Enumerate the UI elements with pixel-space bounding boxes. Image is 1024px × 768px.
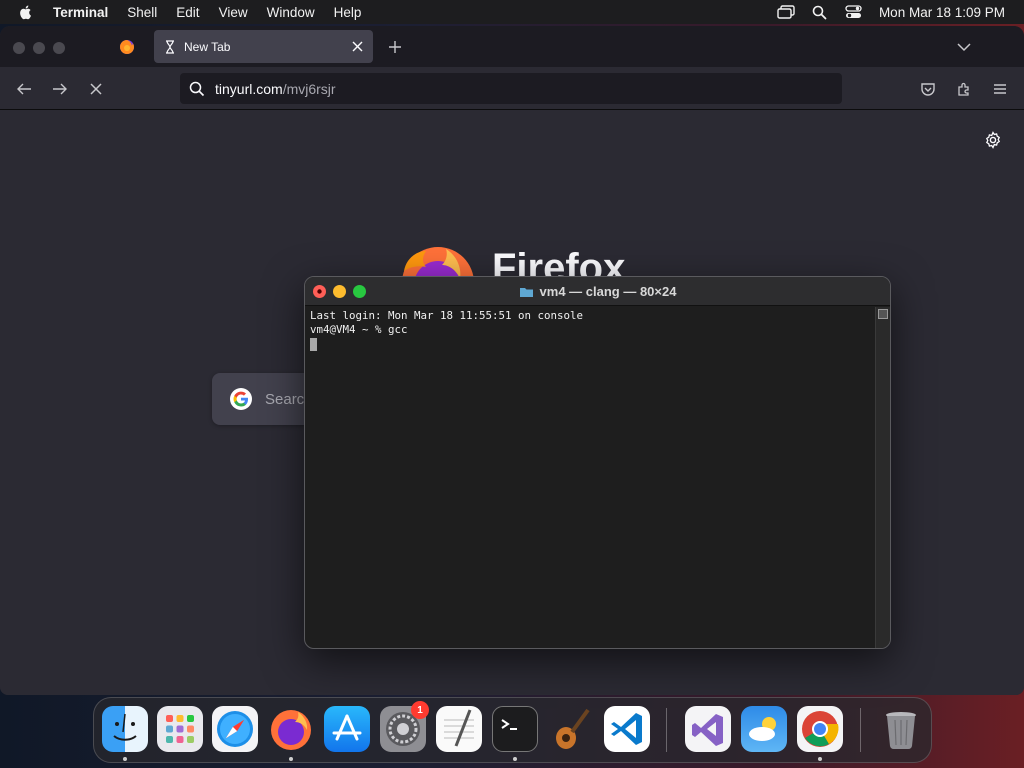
navigation-toolbar: tinyurl.com/mvj6rsjr [0, 67, 1024, 110]
minimize-window-button[interactable] [33, 42, 45, 54]
garageband-icon[interactable] [548, 706, 594, 752]
weather-icon[interactable] [741, 706, 787, 752]
arrow-right-icon [53, 83, 67, 95]
chrome-icon[interactable] [797, 706, 843, 752]
search-icon [189, 81, 205, 96]
zoom-window-button[interactable] [53, 42, 65, 54]
finder-running-indicator [123, 757, 127, 761]
terminal-running-indicator [513, 757, 517, 761]
vscode-icon[interactable] [604, 706, 650, 752]
notification-badge: 1 [411, 701, 429, 719]
firefox-icon [120, 40, 134, 54]
menubar-clock[interactable]: Mon Mar 18 1:09 PM [879, 5, 1005, 20]
textedit-icon[interactable] [436, 706, 482, 752]
terminal-window[interactable]: vm4 — clang — 80×24 Last login: Mon Mar … [304, 276, 891, 649]
forward-button[interactable] [50, 79, 70, 99]
tab-title: New Tab [184, 39, 231, 54]
screen-mirroring-icon[interactable] [777, 4, 795, 20]
new-tab-plus-icon[interactable] [386, 38, 404, 56]
terminal-cursor-line [310, 337, 875, 351]
menu-view[interactable]: View [219, 5, 248, 20]
tab-bar: New Tab [0, 26, 1024, 67]
terminal-split-pane-button[interactable] [878, 309, 888, 319]
menu-shell[interactable]: Shell [127, 5, 157, 20]
firefox-running-indicator [289, 757, 293, 761]
chrome-running-indicator [818, 757, 822, 761]
dock: 1 [93, 697, 932, 763]
menubar: Terminal Shell Edit View Window Help Mon… [0, 0, 1024, 24]
folder-icon [519, 287, 533, 297]
url-path: /mvj6rsjr [282, 80, 336, 97]
safari-icon[interactable] [212, 706, 258, 752]
menu-window[interactable]: Window [267, 5, 315, 20]
terminal-line: Last login: Mon Mar 18 11:55:51 on conso… [310, 309, 584, 322]
tab-new-tab[interactable]: New Tab [154, 30, 373, 63]
terminal-line: vm4@VM4 ~ % gcc [310, 323, 408, 336]
dock-separator [860, 708, 861, 752]
app-menu-button[interactable] [990, 79, 1010, 99]
url-host: tinyurl.com [215, 80, 283, 97]
stop-loading-button[interactable] [86, 79, 106, 99]
google-icon [230, 388, 252, 410]
firefox-icon[interactable] [268, 706, 314, 752]
chevron-down-icon[interactable] [955, 38, 973, 56]
terminal-titlebar[interactable]: vm4 — clang — 80×24 [305, 277, 890, 306]
control-center-icon[interactable] [845, 4, 863, 20]
terminal-title: vm4 — clang — 80×24 [305, 277, 890, 306]
extensions-button[interactable] [954, 79, 974, 99]
spotlight-search-icon[interactable] [811, 4, 829, 20]
menu-help[interactable]: Help [334, 5, 362, 20]
arrow-left-icon [17, 83, 31, 95]
finder-icon[interactable] [102, 706, 148, 752]
terminal-icon[interactable] [492, 706, 538, 752]
url-bar[interactable]: tinyurl.com/mvj6rsjr [180, 73, 842, 104]
loading-hourglass-icon [166, 39, 174, 54]
close-window-button[interactable] [13, 42, 25, 54]
terminal-output[interactable]: Last login: Mon Mar 18 11:55:51 on conso… [305, 307, 875, 648]
terminal-scrollbar[interactable] [875, 307, 890, 648]
apple-menu-icon[interactable] [18, 4, 34, 20]
pinned-tab-firefox[interactable] [110, 32, 144, 62]
gear-icon[interactable] [984, 131, 1002, 149]
back-button[interactable] [14, 79, 34, 99]
hamburger-menu-icon [994, 84, 1006, 94]
terminal-cursor [310, 337, 317, 351]
visual-studio-icon[interactable] [685, 706, 731, 752]
app-store-icon[interactable] [324, 706, 370, 752]
close-tab-icon[interactable] [351, 40, 364, 53]
launchpad-icon[interactable] [157, 706, 203, 752]
menu-app-name[interactable]: Terminal [53, 5, 108, 20]
stop-x-icon [90, 83, 102, 95]
dock-separator [666, 708, 667, 752]
pocket-button[interactable] [918, 79, 938, 99]
puzzle-piece-icon [958, 82, 969, 96]
menu-edit[interactable]: Edit [176, 5, 199, 20]
terminal-title-text: vm4 — clang — 80×24 [539, 284, 677, 299]
pocket-icon [921, 83, 935, 96]
trash-icon[interactable] [878, 706, 924, 752]
